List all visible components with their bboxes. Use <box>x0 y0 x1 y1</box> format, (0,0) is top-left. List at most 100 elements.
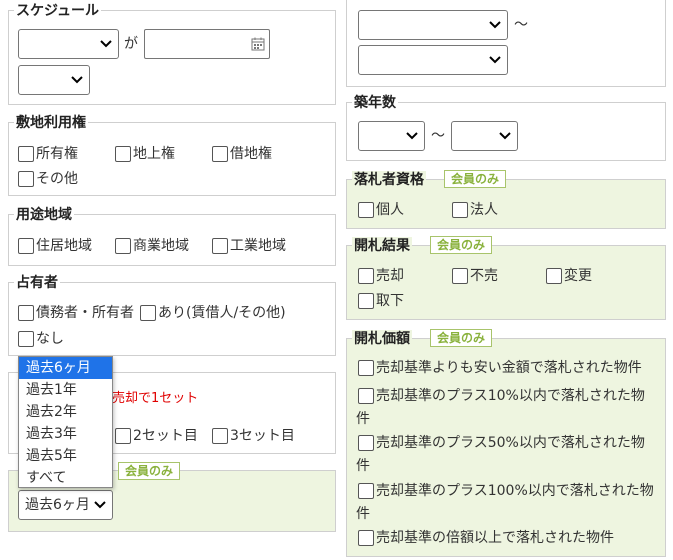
dropdown-option-3years[interactable]: 過去3年 <box>19 423 112 445</box>
checkbox-box[interactable] <box>358 530 374 546</box>
checkbox-ownership[interactable]: 所有権 <box>18 145 78 163</box>
checkbox-box[interactable] <box>358 202 374 218</box>
checkbox-corporation[interactable]: 法人 <box>452 201 498 219</box>
chevron-down-icon <box>406 132 418 140</box>
checkbox-set-2[interactable]: 2セット目 <box>115 427 198 445</box>
checkbox-label: 地上権 <box>133 146 175 162</box>
checkbox-debtor-owner[interactable]: 債務者・所有者 <box>18 304 134 322</box>
chevron-down-icon <box>499 132 511 140</box>
building-age-from-select[interactable] <box>358 121 425 151</box>
checkbox-label: 債務者・所有者 <box>36 305 134 321</box>
checkbox-other[interactable]: その他 <box>18 170 78 188</box>
building-age-legend: 築年数 <box>352 94 398 112</box>
members-only-badge: 会員のみ <box>430 329 493 347</box>
dropdown-option-1year[interactable]: 過去1年 <box>19 379 112 401</box>
dropdown-option-5years[interactable]: 過去5年 <box>19 445 112 467</box>
checkbox-set-3[interactable]: 3セット目 <box>212 427 295 445</box>
checkbox-residential[interactable]: 住居地域 <box>18 237 92 255</box>
checkbox-withdrawn[interactable]: 取下 <box>358 292 404 310</box>
members-only-badge: 会員のみ <box>430 236 493 254</box>
opening-price-legend: 開札価額 <box>352 330 412 348</box>
checkbox-surface-right[interactable]: 地上権 <box>115 145 175 163</box>
checkbox-price-plus10[interactable]: 売却基準のプラス10%以内で落札された物件 <box>356 385 658 431</box>
checkbox-label: 売却基準の倍額以上で落札された物件 <box>376 530 614 546</box>
checkbox-label: 取下 <box>376 293 404 309</box>
checkbox-label: 売却基準よりも安い金額で落札された物件 <box>376 360 642 376</box>
checkbox-label: 法人 <box>470 202 498 218</box>
schedule-connector: が <box>124 36 138 52</box>
checkbox-box[interactable] <box>452 268 468 284</box>
checkbox-label: 3セット目 <box>230 428 295 444</box>
checkbox-label: 個人 <box>376 202 404 218</box>
opening-result-legend: 開札結果 <box>352 237 412 255</box>
chevron-down-icon <box>489 21 501 29</box>
checkbox-price-below-base[interactable]: 売却基準よりも安い金額で落札された物件 <box>358 359 642 377</box>
checkbox-box[interactable] <box>18 305 34 321</box>
checkbox-label: 住居地域 <box>36 238 92 254</box>
checkbox-industrial[interactable]: 工業地域 <box>212 237 286 255</box>
checkbox-sold[interactable]: 売却 <box>358 267 404 285</box>
checkbox-box[interactable] <box>358 293 374 309</box>
members-only-badge: 会員のみ <box>118 462 181 480</box>
dropdown-option-2years[interactable]: 過去2年 <box>19 401 112 423</box>
dropdown-option-6months[interactable]: 過去6ヶ月 <box>19 357 112 379</box>
members-only-badge: 会員のみ <box>444 170 507 188</box>
checkbox-box[interactable] <box>18 331 34 347</box>
set-note: 売却で1セット <box>112 391 199 406</box>
land-rights-legend: 敷地利用権 <box>14 114 88 132</box>
checkbox-individual[interactable]: 個人 <box>358 201 404 219</box>
checkbox-label: なし <box>36 331 64 347</box>
checkbox-box[interactable] <box>115 428 131 444</box>
checkbox-price-plus50[interactable]: 売却基準のプラス50%以内で落札された物件 <box>356 432 658 478</box>
checkbox-box[interactable] <box>140 305 156 321</box>
chevron-down-icon <box>71 76 83 84</box>
checkbox-label: 不売 <box>470 268 498 284</box>
checkbox-leasehold[interactable]: 借地権 <box>212 145 272 163</box>
chevron-down-icon <box>94 501 106 509</box>
checkbox-label: 商業地域 <box>133 238 189 254</box>
checkbox-label: 所有権 <box>36 146 78 162</box>
right-top-tilde: ～ <box>514 17 528 33</box>
schedule-date-input[interactable] <box>144 29 270 59</box>
checkbox-box[interactable] <box>358 268 374 284</box>
calendar-icon[interactable] <box>251 37 265 51</box>
period-dropdown-list: 過去6ヶ月 過去1年 過去2年 過去3年 過去5年 すべて <box>18 356 113 488</box>
checkbox-price-double[interactable]: 売却基準の倍額以上で落札された物件 <box>358 529 614 547</box>
dropdown-option-all[interactable]: すべて <box>19 467 112 489</box>
right-top-select-a[interactable] <box>358 10 508 40</box>
checkbox-changed[interactable]: 変更 <box>546 267 592 285</box>
checkbox-box[interactable] <box>212 146 228 162</box>
checkbox-label: 売却 <box>376 268 404 284</box>
checkbox-unsold[interactable]: 不売 <box>452 267 498 285</box>
checkbox-commercial[interactable]: 商業地域 <box>115 237 189 255</box>
checkbox-box[interactable] <box>115 146 131 162</box>
checkbox-label: 2セット目 <box>133 428 198 444</box>
checkbox-label: 借地権 <box>230 146 272 162</box>
occupant-legend: 占有者 <box>14 274 60 292</box>
right-top-select-b[interactable] <box>358 45 508 75</box>
chevron-down-icon <box>100 40 112 48</box>
checkbox-occupied-tenant[interactable]: あり(賃借人/その他) <box>140 304 286 322</box>
checkbox-box[interactable] <box>212 238 228 254</box>
checkbox-box[interactable] <box>452 202 468 218</box>
period-select-value: 過去6ヶ月 <box>25 497 90 513</box>
checkbox-box[interactable] <box>115 238 131 254</box>
period-select[interactable]: 過去6ヶ月 <box>18 490 113 520</box>
checkbox-box[interactable] <box>18 238 34 254</box>
building-age-tilde: ～ <box>431 128 445 144</box>
checkbox-price-plus100[interactable]: 売却基準のプラス100%以内で落札された物件 <box>356 480 658 526</box>
checkbox-box[interactable] <box>358 360 374 376</box>
checkbox-box[interactable] <box>18 171 34 187</box>
checkbox-label: 売却基準のプラス50%以内で落札された物件 <box>356 435 645 474</box>
checkbox-box[interactable] <box>212 428 228 444</box>
checkbox-box[interactable] <box>546 268 562 284</box>
checkbox-box[interactable] <box>18 146 34 162</box>
checkbox-none[interactable]: なし <box>18 330 64 348</box>
schedule-select-1[interactable] <box>18 29 119 59</box>
checkbox-label: 売却基準のプラス10%以内で落札された物件 <box>356 388 645 427</box>
checkbox-label: あり(賃借人/その他) <box>158 305 286 321</box>
schedule-select-2[interactable] <box>18 65 90 95</box>
building-age-to-select[interactable] <box>451 121 518 151</box>
schedule-legend: スケジュール <box>14 2 102 20</box>
checkbox-label: その他 <box>36 171 78 187</box>
